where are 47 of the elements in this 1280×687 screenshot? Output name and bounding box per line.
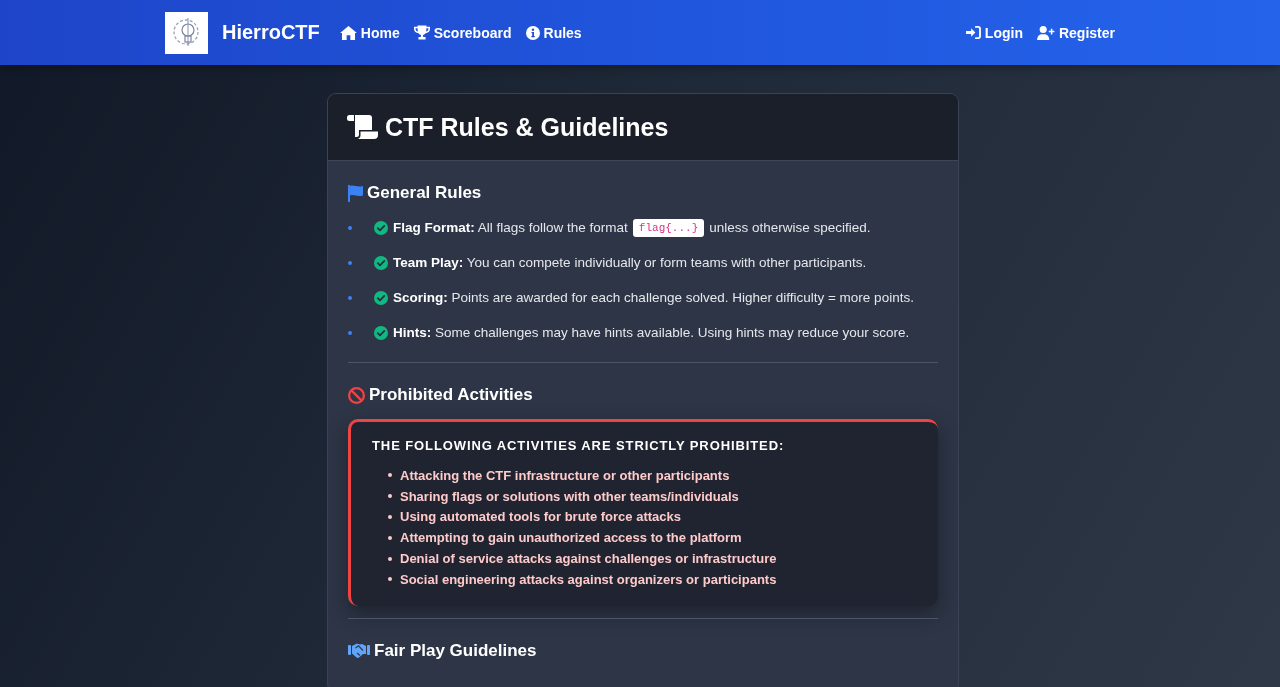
- lightbulb-gear-icon[interactable]: [165, 11, 208, 54]
- user-plus-icon: [1036, 25, 1055, 40]
- bullet-icon: [348, 225, 352, 230]
- nav-link[interactable]: Home: [339, 24, 400, 41]
- nav-link[interactable]: Scoreboard: [413, 24, 512, 41]
- nav-link[interactable]: Rules: [525, 24, 582, 41]
- scroll-icon: [347, 115, 378, 139]
- rule-text: Flag Format: All flags follow the format: [393, 220, 628, 235]
- prohibited-item: Social engineering attacks against organizers or participants: [400, 571, 777, 587]
- section-heading: General Rules: [367, 183, 482, 203]
- flag-icon: [348, 184, 363, 202]
- card-title: CTF Rules & Guidelines: [385, 112, 669, 142]
- handshake-icon: [348, 643, 370, 659]
- check-circle-icon: [374, 325, 388, 340]
- bullet-icon: [388, 473, 392, 478]
- rule-text: Hints: Some challenges may have hints available. Using hints may reduce your score.: [393, 325, 910, 340]
- nav-link[interactable]: Register: [1036, 24, 1115, 41]
- home-icon: [339, 25, 357, 40]
- rule-text: unless otherwise specified.: [709, 220, 871, 235]
- bullet-icon: [388, 515, 392, 519]
- bullet-icon: [388, 535, 392, 540]
- bullet-icon: [388, 577, 392, 582]
- prohibited-item: Using automated tools for brute force attacks: [400, 509, 681, 525]
- bullet-icon: [388, 494, 392, 499]
- bullet-icon: [348, 295, 352, 300]
- login-icon: [965, 26, 981, 39]
- section-heading: Fair Play Guidelines: [374, 640, 537, 661]
- check-circle-icon: [374, 220, 388, 235]
- code-snippet: flag{...}: [632, 218, 705, 237]
- section-heading: Prohibited Activities: [369, 385, 533, 405]
- rule-text: Team Play: You can compete individually or form teams with other participants.: [393, 255, 867, 270]
- bullet-icon: [348, 260, 352, 265]
- prohibited-item: Sharing flags or solutions with other teams/individuals: [400, 488, 739, 504]
- prohibited-item: Denial of service attacks against challenges or infrastructure: [400, 551, 777, 567]
- prohibited-item: Attempting to gain unauthorized access to the platform: [400, 530, 742, 546]
- alert-heading: THE FOLLOWING ACTIVITIES ARE STRICTLY PROHIBITED:: [372, 437, 786, 455]
- check-circle-icon: [374, 290, 388, 305]
- rule-text: Scoring: Points are awarded for each challenge solved. Higher difficulty = more points.: [393, 290, 914, 305]
- bullet-icon: [348, 330, 352, 335]
- trophy-icon: [413, 25, 430, 40]
- prohibited-item: Attacking the CTF infrastructure or other participants: [400, 467, 730, 483]
- check-circle-icon: [374, 255, 388, 270]
- nav-link[interactable]: Login: [965, 24, 1023, 41]
- ban-icon: [348, 386, 365, 404]
- brand-name[interactable]: HierroCTF: [222, 21, 320, 44]
- bullet-icon: [388, 556, 392, 561]
- info-icon: [525, 25, 540, 40]
